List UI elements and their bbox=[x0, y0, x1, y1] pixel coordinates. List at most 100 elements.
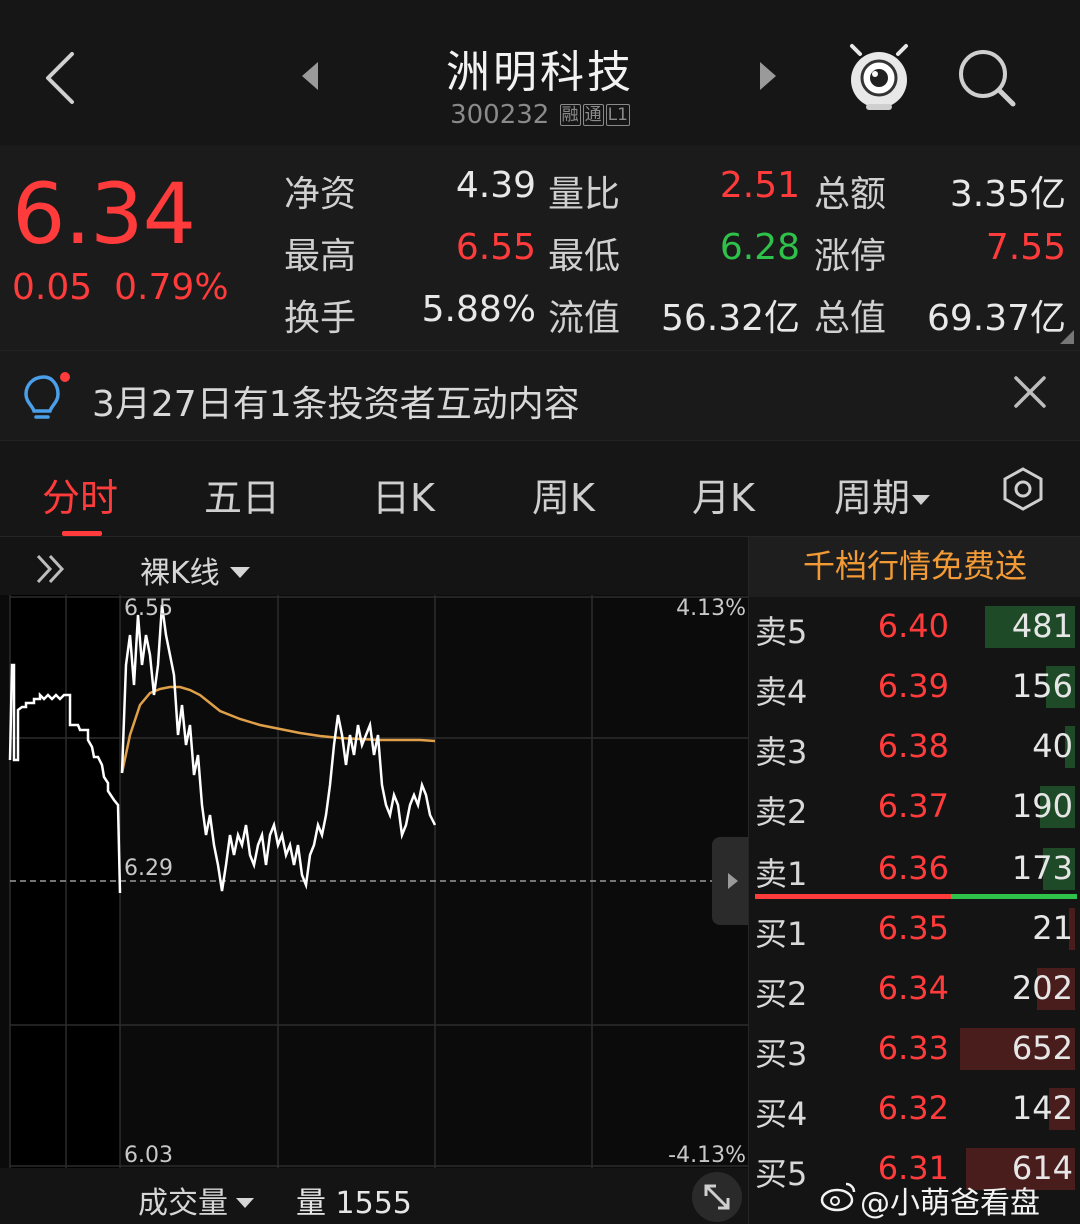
order-book: 千档行情免费送 卖5 6.40 481 卖4 6.39 156 卖3 6.38 40 卖2 6.37… bbox=[748, 537, 1080, 1224]
watermark-text: @小萌爸看盘 bbox=[860, 1186, 1040, 1221]
expand-corner-icon[interactable] bbox=[1060, 330, 1074, 344]
level-price: 6.37 bbox=[877, 787, 949, 825]
kline-mode-dropdown[interactable]: 裸K线 bbox=[140, 548, 250, 592]
tab-weekly-k[interactable]: 周K bbox=[532, 467, 595, 522]
lightbulb-icon bbox=[24, 372, 70, 419]
level-price: 6.33 bbox=[877, 1029, 949, 1067]
expand-arrows-icon bbox=[704, 1184, 730, 1210]
indicator-label: 成交量 bbox=[138, 1186, 228, 1221]
level-label: 卖2 bbox=[755, 793, 808, 831]
stat-value: 6.28 bbox=[719, 227, 800, 268]
stock-code-row: 300232 融通 L1 bbox=[340, 100, 740, 130]
tag-level: L1 bbox=[605, 104, 630, 126]
order-book-promo[interactable]: 千档行情免费送 bbox=[749, 537, 1080, 597]
quote-panel: 6.34 0.05 0.79% 净资 4.39 量比 2.51 总额 3.35亿 最高 6.55… bbox=[0, 145, 1080, 350]
stat-value: 69.37亿 bbox=[926, 298, 1066, 339]
tab-period-label: 周期 bbox=[834, 476, 911, 520]
volume-readout: 量 1555 bbox=[296, 1178, 412, 1222]
ask-level[interactable]: 卖2 6.37 190 bbox=[749, 781, 1080, 833]
axis-price-bottom: 6.03 bbox=[124, 1143, 173, 1168]
kline-mode-label: 裸K线 bbox=[140, 556, 220, 591]
bid-level[interactable]: 买4 6.32 142 bbox=[749, 1083, 1080, 1135]
stats-row: 净资 4.39 量比 2.51 总额 3.35亿 bbox=[0, 165, 1080, 227]
chevron-down-icon bbox=[229, 567, 250, 578]
level-label: 卖5 bbox=[755, 613, 808, 651]
tab-daily-k[interactable]: 日K bbox=[372, 467, 435, 522]
notice-text: 3月27日有1条投资者互动内容 bbox=[92, 384, 580, 425]
level-volume: 190 bbox=[1011, 787, 1073, 825]
level-label: 卖1 bbox=[755, 855, 808, 893]
stat-value: 2.51 bbox=[719, 165, 800, 206]
volume-prefix: 量 bbox=[296, 1186, 326, 1221]
bid-level[interactable]: 买1 6.35 21 bbox=[749, 903, 1080, 955]
volume-value: 1555 bbox=[335, 1186, 412, 1221]
ask-level[interactable]: 卖1 6.36 173 bbox=[749, 843, 1080, 895]
level-label: 买5 bbox=[755, 1155, 808, 1193]
level-price: 6.40 bbox=[877, 607, 949, 645]
axis-pct-bottom: -4.13% bbox=[668, 1143, 746, 1168]
tag-connect: 通 bbox=[582, 104, 604, 126]
investor-notice-bar[interactable]: 3月27日有1条投资者互动内容 bbox=[0, 350, 1080, 440]
ask-level[interactable]: 卖5 6.40 481 bbox=[749, 601, 1080, 653]
previous-stock-icon[interactable] bbox=[298, 58, 322, 94]
indicator-dropdown[interactable]: 成交量 bbox=[138, 1178, 254, 1222]
ask-level[interactable]: 卖4 6.39 156 bbox=[749, 661, 1080, 713]
stats-row: 最高 6.55 最低 6.28 涨停 7.55 bbox=[0, 227, 1080, 289]
stat-value: 5.88% bbox=[421, 289, 536, 330]
chevron-down-icon bbox=[236, 1198, 254, 1208]
level-label: 买4 bbox=[755, 1095, 808, 1133]
stat-value: 7.55 bbox=[985, 227, 1066, 268]
next-stock-icon[interactable] bbox=[756, 58, 780, 94]
tab-monthly-k[interactable]: 月K bbox=[692, 467, 755, 522]
level-volume: 202 bbox=[1011, 969, 1073, 1007]
level-label: 卖3 bbox=[755, 733, 808, 771]
tab-five-day[interactable]: 五日 bbox=[204, 467, 280, 522]
weibo-logo-icon bbox=[820, 1182, 856, 1212]
level-price: 6.39 bbox=[877, 667, 949, 705]
top-bar: 洲明科技 300232 融通 L1 bbox=[0, 0, 1080, 145]
level-volume: 156 bbox=[1011, 667, 1073, 705]
level-volume: 481 bbox=[1011, 607, 1073, 645]
bid-level[interactable]: 买3 6.33 652 bbox=[749, 1023, 1080, 1075]
level-volume: 40 bbox=[1032, 727, 1073, 765]
level-price: 6.32 bbox=[877, 1089, 949, 1127]
bid-level[interactable]: 买2 6.34 202 bbox=[749, 963, 1080, 1015]
active-tab-indicator bbox=[62, 531, 102, 536]
stat-value: 3.35亿 bbox=[949, 174, 1066, 215]
stock-code: 300232 bbox=[450, 100, 550, 130]
level-label: 卖4 bbox=[755, 673, 808, 711]
stat-value: 4.39 bbox=[455, 165, 536, 206]
search-icon[interactable] bbox=[955, 46, 1019, 108]
level-volume: 21 bbox=[1032, 909, 1073, 947]
settings-hexagon-icon[interactable] bbox=[1000, 466, 1046, 512]
chart-toolbar bbox=[0, 537, 748, 595]
level-label: 买3 bbox=[755, 1035, 808, 1073]
bid-ask-ratio-bar bbox=[755, 894, 1077, 899]
level-label: 买1 bbox=[755, 915, 808, 953]
mascot-icon[interactable] bbox=[846, 42, 912, 112]
level-price: 6.34 bbox=[877, 969, 949, 1007]
order-book-toggle[interactable] bbox=[712, 837, 750, 925]
fullscreen-button[interactable] bbox=[692, 1172, 742, 1222]
stats-row: 换手 5.88% 流值 56.32亿 总值 69.37亿 bbox=[0, 289, 1080, 351]
close-icon[interactable] bbox=[1010, 372, 1050, 412]
level-price: 6.38 bbox=[877, 727, 949, 765]
tab-period-dropdown[interactable]: 周期 bbox=[834, 467, 931, 522]
tag-margin: 融 bbox=[559, 104, 581, 126]
axis-price-mid: 6.29 bbox=[124, 856, 173, 881]
chevron-right-icon bbox=[728, 873, 738, 889]
level-volume: 173 bbox=[1011, 849, 1073, 887]
stock-name: 洲明科技 bbox=[446, 47, 634, 98]
ask-level[interactable]: 卖3 6.38 40 bbox=[749, 721, 1080, 773]
tab-intraday[interactable]: 分时 bbox=[42, 467, 118, 522]
level-price: 6.35 bbox=[877, 909, 949, 947]
double-chevron-right-icon[interactable] bbox=[34, 552, 68, 586]
stat-value: 56.32亿 bbox=[660, 298, 800, 339]
level-volume: 652 bbox=[1011, 1029, 1073, 1067]
chart-period-tabs: 分时 五日 日K 周K 月K 周期 bbox=[0, 440, 1080, 537]
stat-value: 6.55 bbox=[455, 227, 536, 268]
back-arrow-icon[interactable] bbox=[38, 48, 82, 108]
level-label: 买2 bbox=[755, 975, 808, 1013]
intraday-chart[interactable]: 6.55 6.29 6.03 4.13% -4.13% bbox=[0, 595, 748, 1168]
axis-pct-top: 4.13% bbox=[676, 596, 746, 621]
